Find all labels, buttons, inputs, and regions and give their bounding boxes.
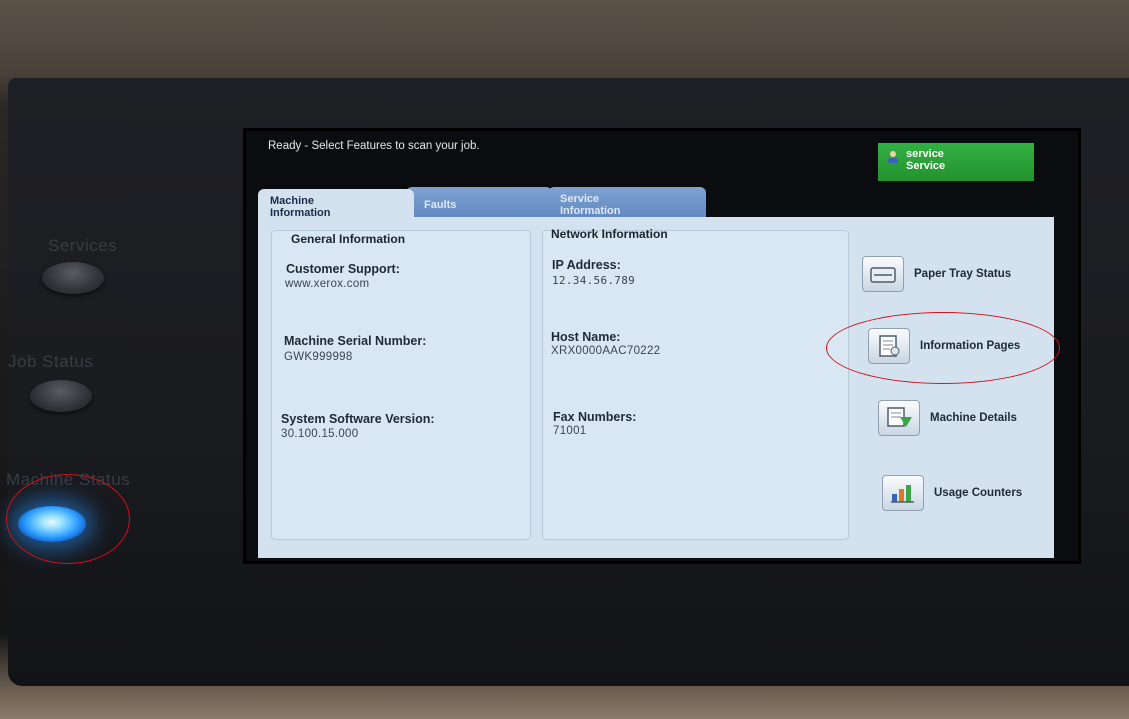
customer-support-value: www.xerox.com xyxy=(285,278,370,290)
fax-numbers-label: Fax Numbers: xyxy=(553,410,637,424)
usage-counters-icon xyxy=(882,475,924,511)
ip-address-value: 12.34.56.789 xyxy=(552,274,636,287)
host-name-label: Host Name: xyxy=(551,330,621,344)
paper-tray-status-label: Paper Tray Status xyxy=(914,268,1012,280)
network-information-title: Network Information xyxy=(551,227,668,241)
annotation-circle-machine-status xyxy=(6,474,130,564)
machine-details-icon xyxy=(878,400,920,436)
general-information-column xyxy=(271,230,531,540)
usage-counters-button[interactable]: Usage Counters xyxy=(882,475,1022,511)
annotation-circle-information-pages xyxy=(826,312,1060,384)
job-status-hw-button[interactable] xyxy=(30,380,92,412)
general-information-title: General Information xyxy=(291,232,406,246)
software-version-value: 30.100.15.000 xyxy=(281,428,359,440)
tab-label: Information xyxy=(560,205,621,217)
user-icon xyxy=(888,151,898,163)
tab-label: Machine xyxy=(270,195,315,207)
user-badge[interactable]: service Service xyxy=(878,143,1034,181)
user-badge-line1: service xyxy=(906,148,944,160)
paper-tray-icon xyxy=(862,256,904,292)
tab-label: Service xyxy=(560,193,600,205)
user-badge-line2: Service xyxy=(906,160,946,172)
serial-number-value: GWK999998 xyxy=(284,351,353,363)
status-message: Ready - Select Features to scan your job… xyxy=(268,140,480,152)
serial-number-label: Machine Serial Number: xyxy=(284,334,427,348)
tab-service-information[interactable]: Service Information xyxy=(548,187,706,221)
ip-address-label: IP Address: xyxy=(552,258,621,272)
software-version-label: System Software Version: xyxy=(281,412,435,426)
machine-details-label: Machine Details xyxy=(930,412,1017,424)
machine-details-button[interactable]: Machine Details xyxy=(878,400,1017,436)
tab-faults[interactable]: Faults xyxy=(406,187,552,221)
fax-numbers-value: 71001 xyxy=(553,425,587,437)
tab-label: Faults xyxy=(424,199,457,211)
customer-support-label: Customer Support: xyxy=(286,262,400,276)
usage-counters-label: Usage Counters xyxy=(934,487,1023,499)
paper-tray-status-button[interactable]: Paper Tray Status xyxy=(862,256,1011,292)
services-hw-label: Services xyxy=(48,236,118,255)
services-hw-button[interactable] xyxy=(42,262,104,294)
host-name-value: XRX0000AAC70222 xyxy=(551,345,661,357)
job-status-hw-label: Job Status xyxy=(8,352,94,371)
